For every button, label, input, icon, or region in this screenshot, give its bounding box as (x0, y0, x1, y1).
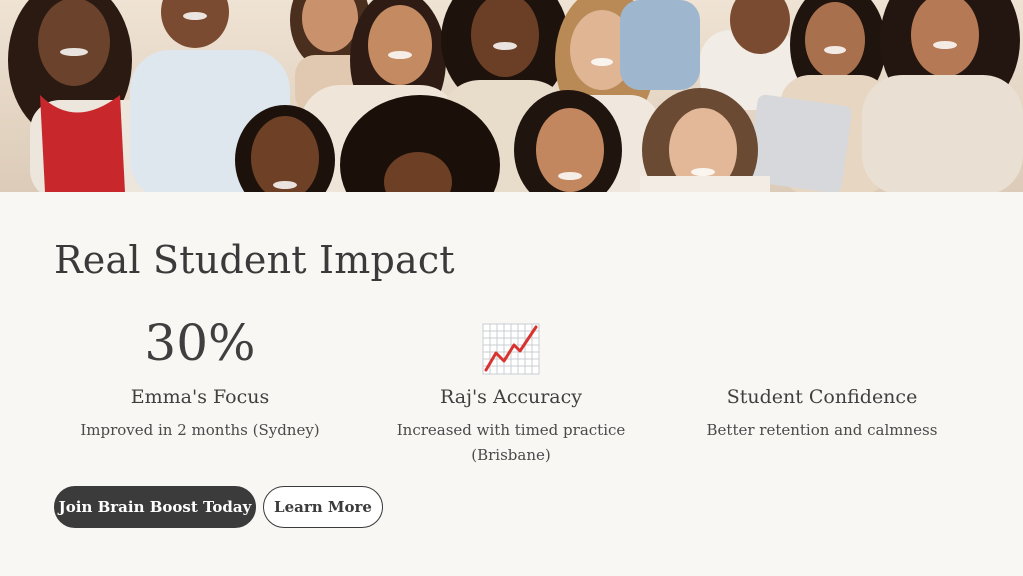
stat-description: Improved in 2 months (Sydney) (80, 421, 320, 439)
stat-description: Better retention and calmness (706, 421, 938, 439)
stat-raj-accuracy: Raj's Accuracy Increased with timed prac… (361, 310, 661, 468)
learn-more-button[interactable]: Learn More (263, 486, 383, 528)
hero-image (0, 0, 1023, 192)
join-brain-boost-button[interactable]: Join Brain Boost Today (54, 486, 256, 528)
stat-heading: Student Confidence (726, 386, 918, 408)
stat-value (672, 310, 972, 376)
stat-emma-focus: 30% Emma's Focus Improved in 2 months (S… (50, 310, 350, 443)
stat-description: Increased with timed practice (Brisbane) (396, 421, 626, 464)
stat-value: 30% (144, 314, 256, 372)
stat-heading: Raj's Accuracy (440, 386, 582, 408)
stat-heading: Emma's Focus (130, 386, 270, 408)
students-photo-illustration (0, 0, 1023, 192)
stat-student-confidence: Student Confidence Better retention and … (672, 310, 972, 443)
student-impact-page: Real Student Impact 30% Emma's Focus Imp… (0, 0, 1023, 576)
stat-value (361, 310, 661, 376)
section-title: Real Student Impact (54, 238, 455, 282)
chart-increasing-icon (482, 323, 540, 375)
